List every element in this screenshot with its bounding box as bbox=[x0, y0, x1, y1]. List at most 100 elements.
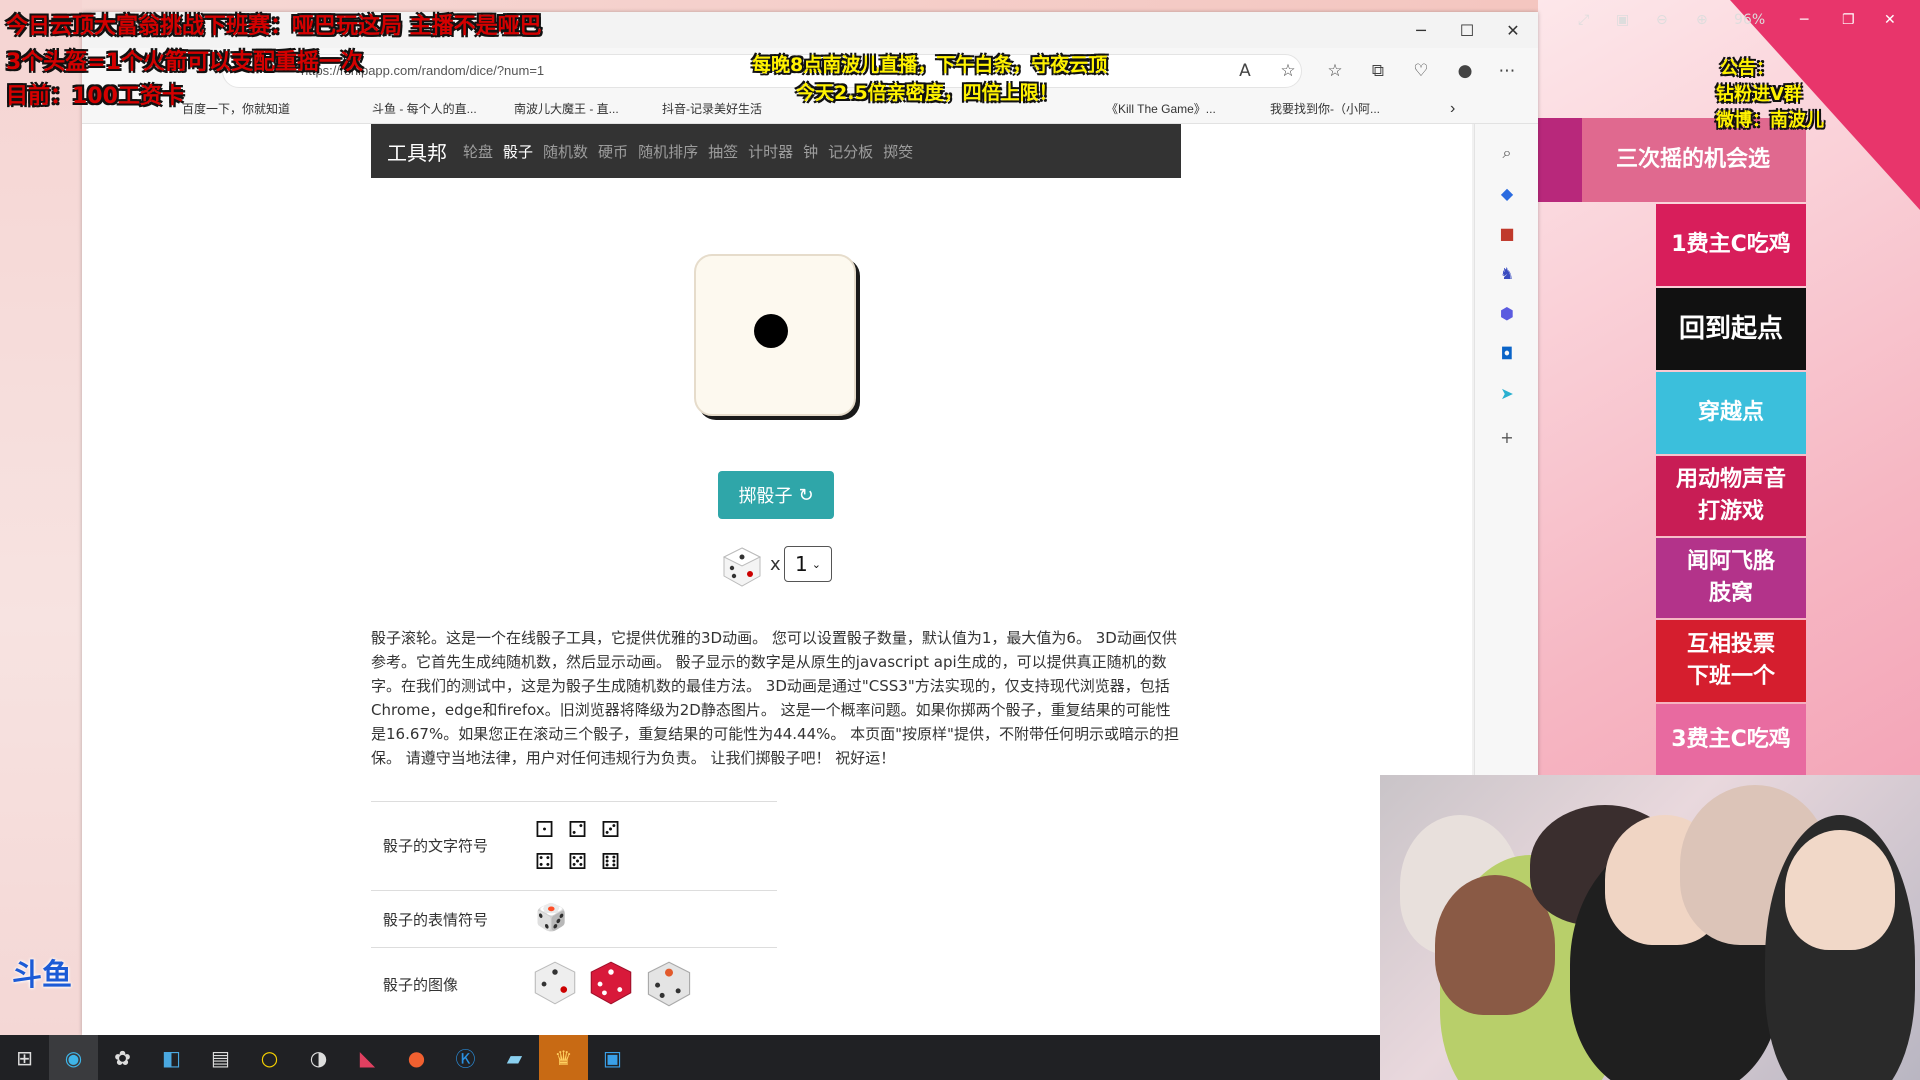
dice-symbols-table: 骰子的文字符号 ⚀ ⚁ ⚂ ⚃ ⚄ ⚅ 骰子的表情符号 🎲 骰子的图像 bbox=[371, 801, 777, 1022]
nav-link[interactable]: 随机数 bbox=[543, 141, 588, 162]
minimize-button[interactable]: ─ bbox=[1398, 12, 1444, 48]
stream-background-left bbox=[0, 0, 82, 1035]
site-navbar: 工具邦 轮盘 骰子 随机数 硬币 随机排序 抽签 计时器 钟 记分板 掷筊 bbox=[371, 124, 1181, 178]
page-content: 工具邦 轮盘 骰子 随机数 硬币 随机排序 抽签 计时器 钟 记分板 掷筊 掷骰… bbox=[82, 124, 1474, 1035]
nav-link[interactable]: 抽签 bbox=[708, 141, 738, 162]
dice-count-value: 1 bbox=[795, 552, 808, 576]
zoom-in-icon[interactable]: ⊕ bbox=[1696, 12, 1708, 28]
overlay-title: 今日云顶大富翁挑战下班赛：哑巴玩这局 主播不是哑巴 bbox=[6, 14, 542, 39]
nav-link[interactable]: 计时器 bbox=[748, 141, 793, 162]
office-icon[interactable]: ⬢ bbox=[1492, 298, 1522, 328]
dice-pip bbox=[754, 314, 788, 348]
dice-face bbox=[694, 254, 856, 416]
dice-glyph: ⚃ bbox=[535, 850, 555, 875]
shopping-tag-icon[interactable]: ◆ bbox=[1492, 178, 1522, 208]
edge-icon[interactable]: ◉ bbox=[49, 1035, 98, 1080]
nav-link[interactable]: 轮盘 bbox=[463, 141, 493, 162]
white-dice-image bbox=[534, 961, 576, 1005]
stream-card-tab bbox=[1538, 118, 1582, 202]
app-icon[interactable]: ○ bbox=[245, 1035, 294, 1080]
zoom-level: 96% bbox=[1734, 12, 1766, 28]
webcam-feed bbox=[1380, 775, 1920, 1080]
nav-link[interactable]: 记分板 bbox=[828, 141, 873, 162]
close-button[interactable]: ✕ bbox=[1490, 12, 1536, 48]
app-icon[interactable]: ▣ bbox=[588, 1035, 637, 1080]
minimize-icon[interactable]: ─ bbox=[1800, 12, 1808, 28]
table-row: 骰子的图像 bbox=[371, 948, 777, 1022]
site-brand[interactable]: 工具邦 bbox=[387, 137, 447, 166]
refresh-icon: ↻ bbox=[798, 484, 814, 506]
table-row: 骰子的文字符号 ⚀ ⚁ ⚂ ⚃ ⚄ ⚅ bbox=[371, 802, 777, 891]
app-icon[interactable]: ● bbox=[392, 1035, 441, 1080]
chevron-right-icon[interactable]: › bbox=[1450, 94, 1455, 124]
favorite-star-icon[interactable]: ☆ bbox=[1273, 56, 1303, 86]
douyu-logo: 斗鱼 bbox=[12, 958, 72, 993]
maximize-button[interactable]: ☐ bbox=[1444, 12, 1490, 48]
app-icon[interactable]: ◣ bbox=[343, 1035, 392, 1080]
game-icon[interactable]: ♛ bbox=[539, 1035, 588, 1080]
times-symbol: x bbox=[770, 554, 781, 575]
stream-card: 互相投票 下班一个 bbox=[1656, 620, 1806, 702]
dice-glyph: ⚀ bbox=[535, 818, 555, 843]
send-icon[interactable]: ➤ bbox=[1492, 378, 1522, 408]
dice-count-select[interactable]: 1 ⌄ bbox=[784, 546, 832, 582]
start-icon[interactable]: ⊞ bbox=[0, 1035, 49, 1080]
dice-count-icon bbox=[722, 547, 762, 587]
nav-link[interactable]: 掷筊 bbox=[883, 141, 913, 162]
bookmark-item[interactable]: 我要找到你-（小阿... bbox=[1270, 94, 1380, 124]
read-aloud-icon[interactable]: A bbox=[1230, 56, 1260, 86]
obs-icon[interactable]: ◑ bbox=[294, 1035, 343, 1080]
app-icon[interactable]: ◧ bbox=[147, 1035, 196, 1080]
fullscreen-icon[interactable]: ⤢ bbox=[1578, 12, 1589, 28]
more-menu-icon[interactable]: ⋯ bbox=[1492, 56, 1522, 86]
overlay-status: 目前：100工资卡 bbox=[6, 84, 184, 109]
bookmark-item[interactable]: 抖音-记录美好生活 bbox=[662, 94, 762, 124]
bookmark-item[interactable]: 《Kill The Game》... bbox=[1106, 94, 1216, 124]
zoom-out-icon[interactable]: ⊖ bbox=[1656, 12, 1668, 28]
overlay-notice: 微博：南波儿 bbox=[1716, 110, 1824, 131]
row-label: 骰子的文字符号 bbox=[383, 837, 489, 855]
stream-card: 3费主C吃鸡 bbox=[1656, 704, 1806, 776]
viewer-toolbar: ⤢ ▣ ⊖ ⊕ 96% ─ ❐ ✕ bbox=[1538, 0, 1920, 44]
table-row: 骰子的表情符号 🎲 bbox=[371, 891, 777, 948]
taskbar: ⊞ ◉ ✿ ◧ ▤ ○ ◑ ◣ ● Ⓚ ▰ ♛ ▣ bbox=[0, 1035, 1380, 1080]
app-icon[interactable]: ▤ bbox=[196, 1035, 245, 1080]
grey-dice-image bbox=[647, 961, 691, 1007]
dice-glyph: ⚂ bbox=[601, 818, 621, 843]
bookmark-item[interactable]: 南波儿大魔王 - 直... bbox=[514, 94, 619, 124]
row-label: 骰子的图像 bbox=[383, 976, 459, 994]
actual-size-icon[interactable]: ▣ bbox=[1616, 12, 1629, 28]
stream-card: 回到起点 bbox=[1656, 288, 1806, 370]
outlook-icon[interactable]: ◘ bbox=[1492, 338, 1522, 368]
extensions-icon[interactable]: ♡ bbox=[1406, 56, 1436, 86]
profile-icon[interactable]: ● bbox=[1450, 56, 1480, 86]
overlay-schedule: 每晚8点南波儿直播，下午白条，守夜云顶 bbox=[752, 54, 1108, 76]
collections-icon[interactable]: ⧉ bbox=[1363, 56, 1393, 86]
description-text: 骰子滚轮。这是一个在线骰子工具，它提供优雅的3D动画。 您可以设置骰子数量，默认… bbox=[371, 629, 1179, 767]
favorites-icon[interactable]: ☆ bbox=[1320, 56, 1350, 86]
nav-link[interactable]: 随机排序 bbox=[638, 141, 698, 162]
nav-link-active[interactable]: 骰子 bbox=[503, 141, 533, 162]
games-icon[interactable]: ♞ bbox=[1492, 258, 1522, 288]
dice-glyph: ⚅ bbox=[601, 850, 621, 875]
stream-card: 1费主C吃鸡 bbox=[1656, 204, 1806, 286]
bookmark-item[interactable]: 斗鱼 - 每个人的直... bbox=[372, 94, 477, 124]
overlay-notice: 钻粉进V群 bbox=[1716, 84, 1802, 105]
search-icon[interactable]: ⌕ bbox=[1492, 138, 1522, 168]
bookmark-item[interactable]: 百度一下，你就知道 bbox=[182, 94, 290, 124]
close-icon[interactable]: ✕ bbox=[1884, 12, 1896, 28]
toolbox-icon[interactable]: ■ bbox=[1492, 218, 1522, 248]
nav-link[interactable]: 钟 bbox=[803, 141, 818, 162]
app-icon[interactable]: ✿ bbox=[98, 1035, 147, 1080]
app-icon[interactable]: ▰ bbox=[490, 1035, 539, 1080]
roll-dice-button[interactable]: 掷骰子 ↻ bbox=[718, 471, 834, 519]
nav-link[interactable]: 硬币 bbox=[598, 141, 628, 162]
row-label: 骰子的表情符号 bbox=[383, 911, 489, 929]
restore-icon[interactable]: ❐ bbox=[1842, 12, 1855, 28]
dice-glyph: ⚄ bbox=[568, 850, 588, 875]
dice-emoji-icon: 🎲 bbox=[535, 903, 568, 933]
browser-window: ─ ☐ ✕ https://rshipapp.com/random/dice/?… bbox=[82, 12, 1538, 1035]
add-icon[interactable]: + bbox=[1492, 422, 1522, 452]
chevron-down-icon: ⌄ bbox=[811, 557, 821, 571]
app-icon[interactable]: Ⓚ bbox=[441, 1035, 490, 1080]
